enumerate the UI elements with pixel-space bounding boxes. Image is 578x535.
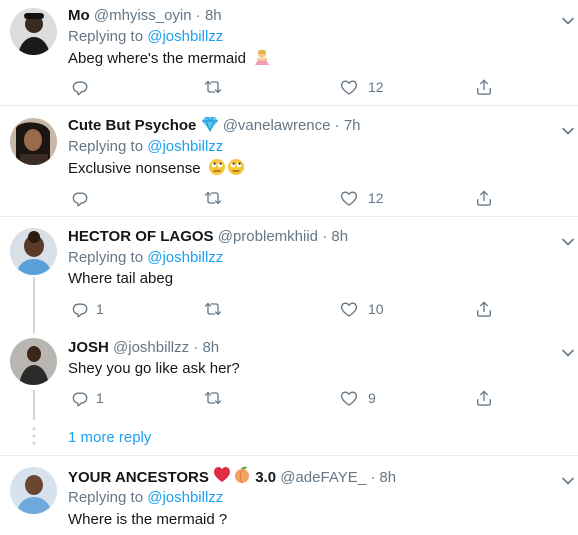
- like-count: 12: [368, 190, 384, 206]
- face-with-rolling-eyes-emoji: [208, 158, 226, 182]
- more-replies-link[interactable]: 1 more reply: [68, 428, 151, 448]
- replying-to-link[interactable]: @joshbillzz: [147, 249, 223, 266]
- like-count: 12: [368, 79, 384, 95]
- replying-prefix: Replying to: [68, 28, 148, 45]
- replying-prefix: Replying to: [68, 249, 148, 266]
- chevron-down-icon[interactable]: [562, 344, 574, 352]
- avatar[interactable]: [10, 338, 57, 385]
- retweet-icon[interactable]: [203, 299, 223, 319]
- face-with-rolling-eyes-emoji: [227, 158, 245, 182]
- user-handle[interactable]: @adeFAYE_: [280, 469, 366, 486]
- tweet-text-content: Shey you go like ask her?: [68, 360, 240, 377]
- display-name[interactable]: HECTOR OF LAGOS: [68, 228, 214, 245]
- heart-and-peach-emoji: [213, 466, 251, 490]
- timestamp[interactable]: 8h: [379, 469, 396, 486]
- display-name[interactable]: YOUR ANCESTORS: [68, 469, 209, 486]
- tweet-text: Abeg where's the mermaid: [68, 48, 271, 72]
- replying-prefix: Replying to: [68, 138, 148, 155]
- like-icon[interactable]: [339, 188, 359, 208]
- reply-count: 1: [96, 390, 104, 406]
- tweet-text: Shey you go like ask her?: [68, 359, 240, 379]
- tweet-header: HECTOR OF LAGOS @problemkhiid · 8h: [68, 227, 348, 247]
- chevron-down-icon[interactable]: [562, 233, 574, 241]
- tweet-header: Cute But Psychoe @vanelawrence · 7h: [68, 116, 361, 138]
- tweet-text-content: Where is the mermaid ?: [68, 511, 228, 528]
- timestamp[interactable]: 8h: [205, 7, 222, 24]
- display-name[interactable]: Mo: [68, 7, 90, 24]
- more-replies-dots-icon: [32, 426, 36, 451]
- chevron-down-icon[interactable]: [562, 12, 574, 20]
- timestamp[interactable]: 8h: [331, 228, 348, 245]
- separator: ·: [195, 7, 201, 24]
- avatar[interactable]: [10, 228, 57, 275]
- gem-emoji: [201, 116, 219, 138]
- avatar[interactable]: [10, 118, 57, 165]
- reply-icon[interactable]: [70, 77, 90, 97]
- reply-count: 1: [96, 301, 104, 317]
- like-count: 9: [368, 390, 376, 406]
- share-icon[interactable]: [474, 188, 494, 208]
- tweet-text-content: Where tail abeg: [68, 270, 174, 287]
- user-handle[interactable]: @mhyiss_oyin: [94, 7, 192, 24]
- timestamp[interactable]: 7h: [344, 117, 361, 134]
- reply-icon[interactable]: [70, 188, 90, 208]
- tweet-text-content: Abeg where's the mermaid: [68, 50, 246, 67]
- share-icon[interactable]: [474, 388, 494, 408]
- user-handle[interactable]: @vanelawrence: [223, 117, 331, 134]
- tweet-text: Where tail abeg: [68, 269, 173, 289]
- like-icon[interactable]: [339, 388, 359, 408]
- share-icon[interactable]: [474, 77, 494, 97]
- chevron-down-icon[interactable]: [562, 472, 574, 480]
- avatar[interactable]: [10, 8, 57, 55]
- user-handle[interactable]: @problemkhiid: [218, 228, 318, 245]
- retweet-icon[interactable]: [203, 77, 223, 97]
- tweet-header: JOSH @joshbillzz · 8h: [68, 338, 219, 358]
- replying-to: Replying to @joshbillzz: [68, 488, 223, 508]
- tweet-text: Exclusive nonsense: [68, 158, 245, 182]
- replying-prefix: Replying to: [68, 489, 148, 506]
- replying-to-link[interactable]: @joshbillzz: [147, 138, 223, 155]
- tweet-hector-of-lagos[interactable]: HECTOR OF LAGOS @problemkhiid · 8h Reply…: [0, 217, 578, 327]
- avatar[interactable]: [10, 467, 57, 514]
- tweet-header: Mo @mhyiss_oyin · 8h: [68, 6, 222, 26]
- separator: ·: [370, 469, 376, 486]
- replying-to-link[interactable]: @joshbillzz: [147, 28, 223, 45]
- display-name[interactable]: JOSH: [68, 339, 109, 356]
- display-name[interactable]: Cute But Psychoe: [68, 117, 196, 134]
- tweet-text-content: Exclusive nonsense: [68, 160, 201, 177]
- reply-icon[interactable]: [70, 299, 90, 319]
- share-icon[interactable]: [474, 299, 494, 319]
- retweet-icon[interactable]: [203, 388, 223, 408]
- retweet-icon[interactable]: [203, 188, 223, 208]
- person-gesturing-no-emoji: [253, 48, 271, 72]
- like-icon[interactable]: [339, 77, 359, 97]
- tweet-header: YOUR ANCESTORS 3.0 @adeFAYE_ · 8h: [68, 466, 396, 490]
- like-count: 10: [368, 301, 384, 317]
- tweet-text: Where is the mermaid ?: [68, 510, 227, 530]
- replying-to-link[interactable]: @joshbillzz: [147, 489, 223, 506]
- user-handle[interactable]: @joshbillzz: [113, 339, 189, 356]
- tweet-your-ancestors[interactable]: YOUR ANCESTORS 3.0 @adeFAYE_ · 8h Replyi…: [0, 456, 578, 535]
- replying-to: Replying to @joshbillzz: [68, 248, 223, 268]
- display-name-suffix[interactable]: 3.0: [255, 469, 276, 486]
- tweet-mo[interactable]: Mo @mhyiss_oyin · 8h Replying to @joshbi…: [0, 0, 578, 104]
- timestamp[interactable]: 8h: [202, 339, 219, 356]
- separator: ·: [193, 339, 199, 356]
- separator: ·: [334, 117, 340, 134]
- replying-to: Replying to @joshbillzz: [68, 137, 223, 157]
- tweet-cute-but-psychoe[interactable]: Cute But Psychoe @vanelawrence · 7h Repl…: [0, 106, 578, 216]
- separator: ·: [322, 228, 328, 245]
- tweet-josh[interactable]: JOSH @joshbillzz · 8h Shey you go like a…: [0, 328, 578, 422]
- reply-icon[interactable]: [70, 388, 90, 408]
- chevron-down-icon[interactable]: [562, 122, 574, 130]
- like-icon[interactable]: [339, 299, 359, 319]
- replying-to: Replying to @joshbillzz: [68, 27, 223, 47]
